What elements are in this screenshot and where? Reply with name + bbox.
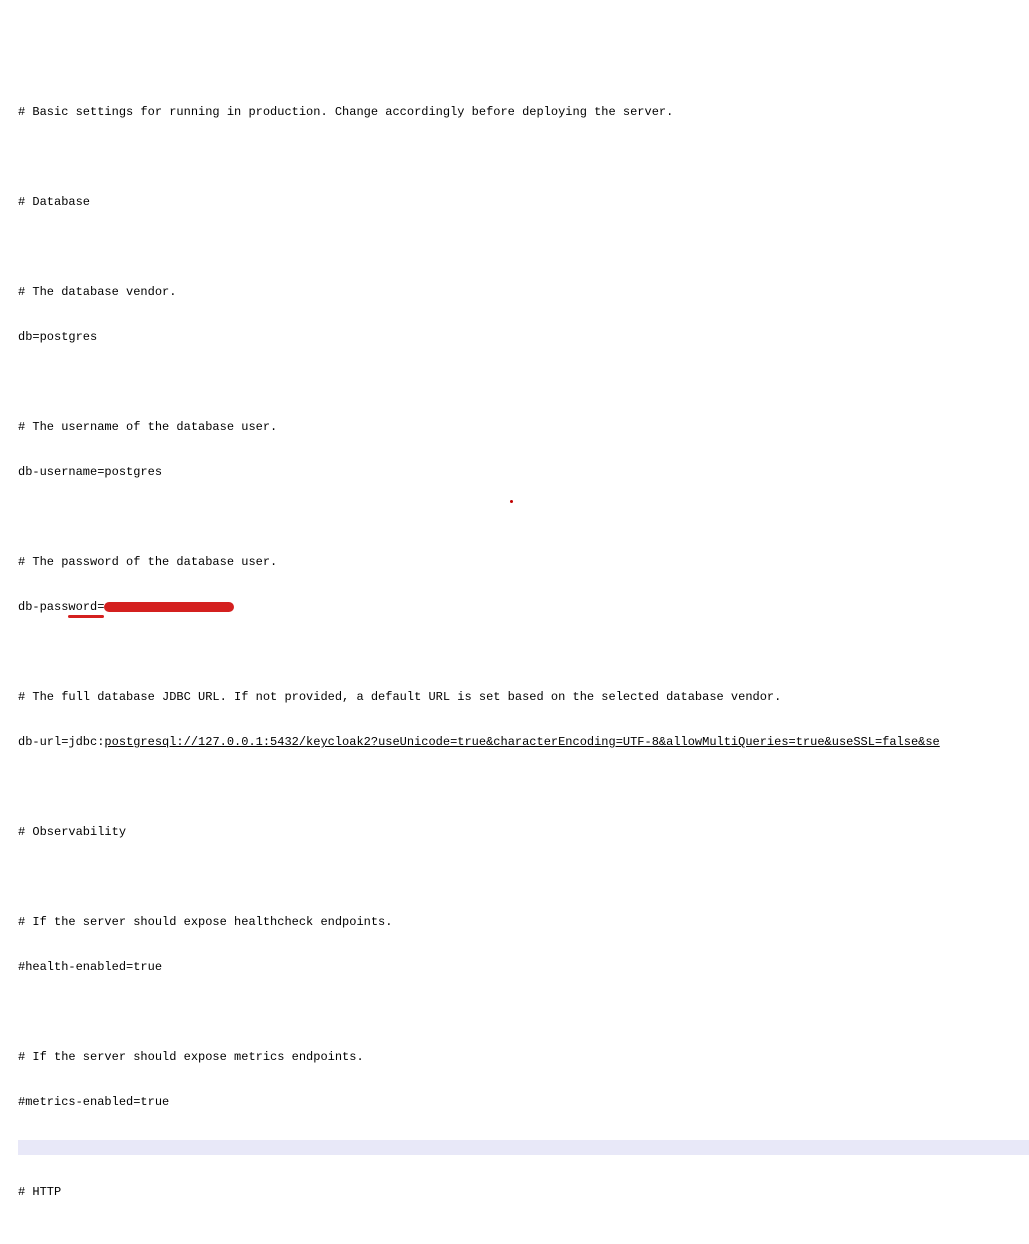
- config-line: [18, 375, 1029, 390]
- config-line: [18, 780, 1029, 795]
- config-line-jdbc: db-url=jdbc:postgresql://127.0.0.1:5432/…: [18, 735, 1029, 750]
- config-line: [18, 510, 1029, 525]
- config-line-password: db-password=: [18, 600, 1029, 615]
- jdbc-url-link[interactable]: postgresql://127.0.0.1:5432/keycloak2?us…: [104, 735, 939, 749]
- red-underline: word=: [68, 600, 104, 615]
- red-dot-marker: [510, 500, 513, 503]
- redaction-mark: [104, 602, 234, 612]
- config-line: db-username=postgres: [18, 465, 1029, 480]
- config-line-current: [18, 1140, 1029, 1155]
- config-line: # If the server should expose metrics en…: [18, 1050, 1029, 1065]
- config-line: [18, 1230, 1029, 1244]
- config-line: # If the server should expose healthchec…: [18, 915, 1029, 930]
- config-line: [18, 150, 1029, 165]
- config-line: # Database: [18, 195, 1029, 210]
- config-line: # The username of the database user.: [18, 420, 1029, 435]
- config-line: db=postgres: [18, 330, 1029, 345]
- config-line: # The database vendor.: [18, 285, 1029, 300]
- config-line: [18, 240, 1029, 255]
- config-line: [18, 645, 1029, 660]
- config-line: #health-enabled=true: [18, 960, 1029, 975]
- config-file-editor[interactable]: # Basic settings for running in producti…: [0, 75, 1029, 1244]
- config-line: [18, 870, 1029, 885]
- config-line: #metrics-enabled=true: [18, 1095, 1029, 1110]
- config-line: # The password of the database user.: [18, 555, 1029, 570]
- config-line: # Basic settings for running in producti…: [18, 105, 1029, 120]
- config-line: # The full database JDBC URL. If not pro…: [18, 690, 1029, 705]
- config-line: # Observability: [18, 825, 1029, 840]
- config-line: # HTTP: [18, 1185, 1029, 1200]
- config-line: [18, 1005, 1029, 1020]
